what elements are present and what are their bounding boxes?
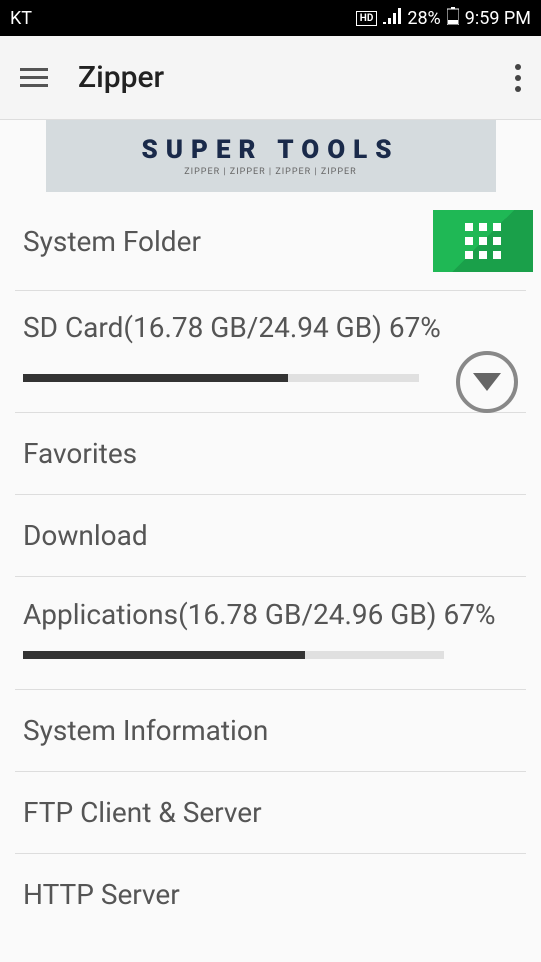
banner-subtitle: ZIPPER | ZIPPER | ZIPPER | ZIPPER <box>184 167 356 177</box>
sd-card-item[interactable]: SD Card(16.78 GB/24.94 GB) 67% <box>15 291 526 413</box>
system-info-label: System Information <box>23 714 518 747</box>
download-item[interactable]: Download <box>15 495 526 577</box>
battery-icon <box>447 7 459 30</box>
banner-title: SUPER TOOLS <box>141 135 399 165</box>
expand-button[interactable] <box>456 351 518 413</box>
status-bar: KT HD 28% 9:59 PM <box>0 0 541 36</box>
menu-icon[interactable] <box>20 68 48 87</box>
app-title: Zipper <box>78 60 164 95</box>
banner-ad[interactable]: SUPER TOOLS ZIPPER | ZIPPER | ZIPPER | Z… <box>46 120 496 192</box>
status-right: HD 28% 9:59 PM <box>356 7 531 30</box>
battery-percent: 28% <box>407 8 440 29</box>
grid-view-button[interactable] <box>433 210 533 272</box>
signal-icon <box>383 8 401 29</box>
system-info-item[interactable]: System Information <box>15 690 526 772</box>
applications-item[interactable]: Applications(16.78 GB/24.96 GB) 67% <box>15 577 526 690</box>
ftp-label: FTP Client & Server <box>23 796 518 829</box>
hd-icon: HD <box>356 11 378 26</box>
more-options-icon[interactable] <box>515 64 521 92</box>
main-content: System Folder SD Card(16.78 GB/24.94 GB)… <box>0 192 541 935</box>
ftp-item[interactable]: FTP Client & Server <box>15 772 526 854</box>
sd-card-label: SD Card(16.78 GB/24.94 GB) 67% <box>23 311 518 344</box>
app-bar: Zipper <box>0 36 541 120</box>
sd-card-progress-fill <box>23 374 288 382</box>
sd-card-progress <box>23 374 419 382</box>
download-label: Download <box>23 519 518 552</box>
carrier-label: KT <box>10 8 32 29</box>
applications-progress <box>23 651 444 659</box>
chevron-down-icon <box>473 373 501 391</box>
favorites-label: Favorites <box>23 437 518 470</box>
http-label: HTTP Server <box>23 878 518 911</box>
favorites-item[interactable]: Favorites <box>15 413 526 495</box>
applications-label: Applications(16.78 GB/24.96 GB) 67% <box>23 597 518 633</box>
grid-icon <box>465 223 501 259</box>
system-folder-row[interactable]: System Folder <box>15 192 526 291</box>
http-item[interactable]: HTTP Server <box>15 854 526 935</box>
applications-progress-fill <box>23 651 305 659</box>
status-time: 9:59 PM <box>465 8 531 29</box>
system-folder-label: System Folder <box>23 225 201 258</box>
